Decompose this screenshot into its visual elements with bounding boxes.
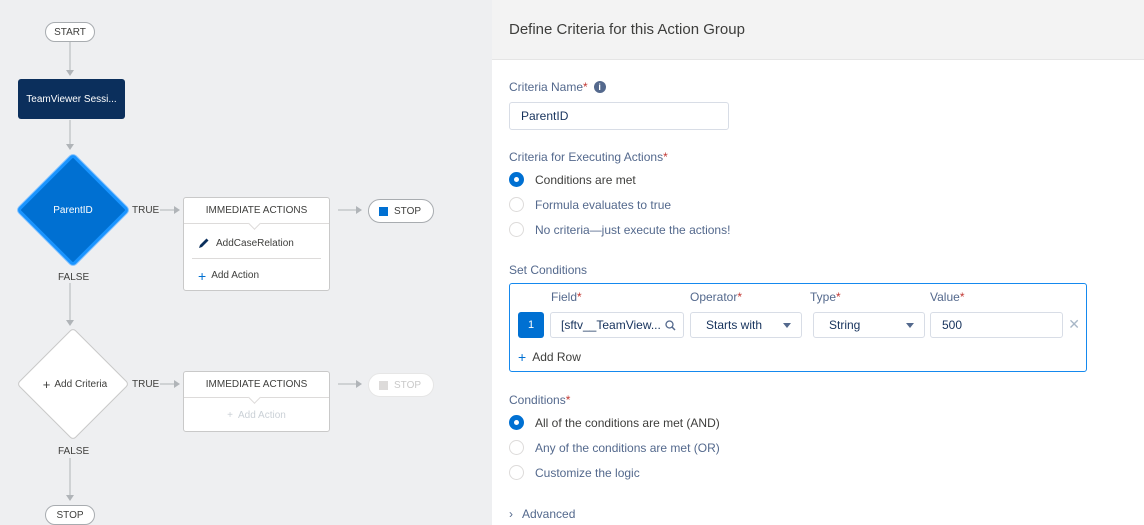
panel-title: Define Criteria for this Action Group	[492, 0, 1144, 60]
criteria-name-label: Criteria Name* i	[509, 80, 606, 94]
value-header: Value*	[930, 290, 965, 304]
radio-empty-icon	[509, 197, 524, 212]
immediate-actions-header: IMMEDIATE ACTIONS	[184, 198, 329, 224]
type-select[interactable]: String	[813, 312, 925, 338]
criteria-node-label: ParentID	[53, 204, 93, 216]
row-number: 1	[518, 312, 544, 338]
radio-label: Customize the logic	[535, 465, 640, 480]
pencil-icon	[199, 238, 209, 248]
immediate-actions-box-2: IMMEDIATE ACTIONS + Add Action	[183, 371, 330, 432]
radio-label: Formula evaluates to true	[535, 197, 672, 212]
stop-icon	[379, 206, 388, 216]
stop-icon	[379, 380, 388, 390]
type-value: String	[829, 318, 861, 332]
type-header: Type*	[810, 290, 841, 304]
immediate-actions-header-2: IMMEDIATE ACTIONS	[184, 372, 329, 398]
false-label: FALSE	[58, 272, 90, 283]
process-canvas: START TeamViewer Sessi... ParentID TRUE …	[0, 0, 492, 525]
conditions-table: Field* Operator* Type* Value* 1 [sftv__T…	[509, 283, 1087, 372]
radio-selected-icon	[509, 172, 524, 187]
radio-custom-logic[interactable]: Customize the logic	[509, 465, 640, 480]
conditions-label: Conditions*	[509, 393, 571, 407]
chevron-down-icon	[783, 323, 791, 328]
radio-label: All of the conditions are met (AND)	[535, 415, 720, 430]
radio-label: No criteria—just execute the actions!	[535, 222, 731, 237]
start-node: START	[45, 22, 95, 42]
plus-icon: +	[42, 376, 51, 392]
radio-selected-icon	[509, 415, 524, 430]
radio-empty-icon	[509, 222, 524, 237]
add-action-link-2[interactable]: + Add Action	[184, 398, 329, 432]
radio-label: Conditions are met	[535, 172, 636, 187]
true-label: TRUE	[132, 205, 160, 216]
radio-no-criteria[interactable]: No criteria—just execute the actions!	[509, 222, 730, 237]
add-row-button[interactable]: + Add Row	[518, 350, 581, 364]
radio-formula[interactable]: Formula evaluates to true	[509, 197, 671, 212]
operator-header: Operator*	[690, 290, 743, 304]
set-conditions-label: Set Conditions	[509, 263, 588, 277]
operator-select[interactable]: Starts with	[690, 312, 802, 338]
true-label-2: TRUE	[132, 379, 160, 390]
value-input[interactable]: 500	[930, 312, 1063, 338]
field-value: [sftv__TeamView...	[561, 318, 661, 332]
operator-value: Starts with	[706, 318, 763, 332]
value-text: 500	[942, 318, 963, 332]
radio-label: Any of the conditions are met (OR)	[535, 440, 720, 455]
action-item[interactable]: AddCaseRelation	[184, 224, 329, 258]
close-icon[interactable]: ✕	[1068, 316, 1080, 333]
add-action-link[interactable]: + Add Action	[192, 258, 321, 292]
info-icon[interactable]: i	[593, 81, 606, 93]
stop-node: STOP	[368, 199, 435, 223]
add-criteria-label[interactable]: + Add Criteria	[30, 374, 120, 394]
radio-empty-icon	[509, 440, 524, 455]
add-row-label: Add Row	[532, 350, 581, 364]
plus-icon: +	[518, 349, 527, 365]
advanced-toggle[interactable]: › Advanced	[509, 507, 575, 521]
chevron-right-icon: ›	[509, 507, 513, 521]
criteria-name-input[interactable]: ParentID	[509, 102, 729, 130]
add-action-label-2: Add Action	[238, 409, 286, 421]
radio-and[interactable]: All of the conditions are met (AND)	[509, 415, 720, 430]
stop-node-2: STOP	[368, 373, 435, 397]
add-action-label: Add Action	[211, 270, 259, 281]
immediate-actions-box: IMMEDIATE ACTIONS AddCaseRelation + Add …	[183, 197, 330, 291]
radio-conditions-met[interactable]: Conditions are met	[509, 172, 636, 187]
false-label-2: FALSE	[58, 446, 90, 457]
radio-empty-icon	[509, 465, 524, 480]
field-picker[interactable]: [sftv__TeamView...	[550, 312, 684, 338]
stop-label-2: STOP	[394, 379, 422, 391]
radio-or[interactable]: Any of the conditions are met (OR)	[509, 440, 720, 455]
field-header: Field*	[551, 290, 582, 304]
end-stop-node: STOP	[45, 505, 95, 525]
search-icon	[665, 320, 676, 331]
advanced-label: Advanced	[522, 507, 576, 521]
object-node[interactable]: TeamViewer Sessi...	[18, 79, 125, 119]
criteria-panel: Define Criteria for this Action Group Cr…	[492, 0, 1144, 525]
action-item-label: AddCaseRelation	[216, 237, 294, 249]
plus-icon: +	[198, 267, 207, 284]
add-criteria-text: Add Criteria	[54, 378, 108, 390]
plus-icon: +	[227, 409, 234, 421]
executing-label: Criteria for Executing Actions*	[509, 150, 668, 164]
chevron-down-icon	[906, 323, 914, 328]
stop-label: STOP	[394, 205, 422, 217]
